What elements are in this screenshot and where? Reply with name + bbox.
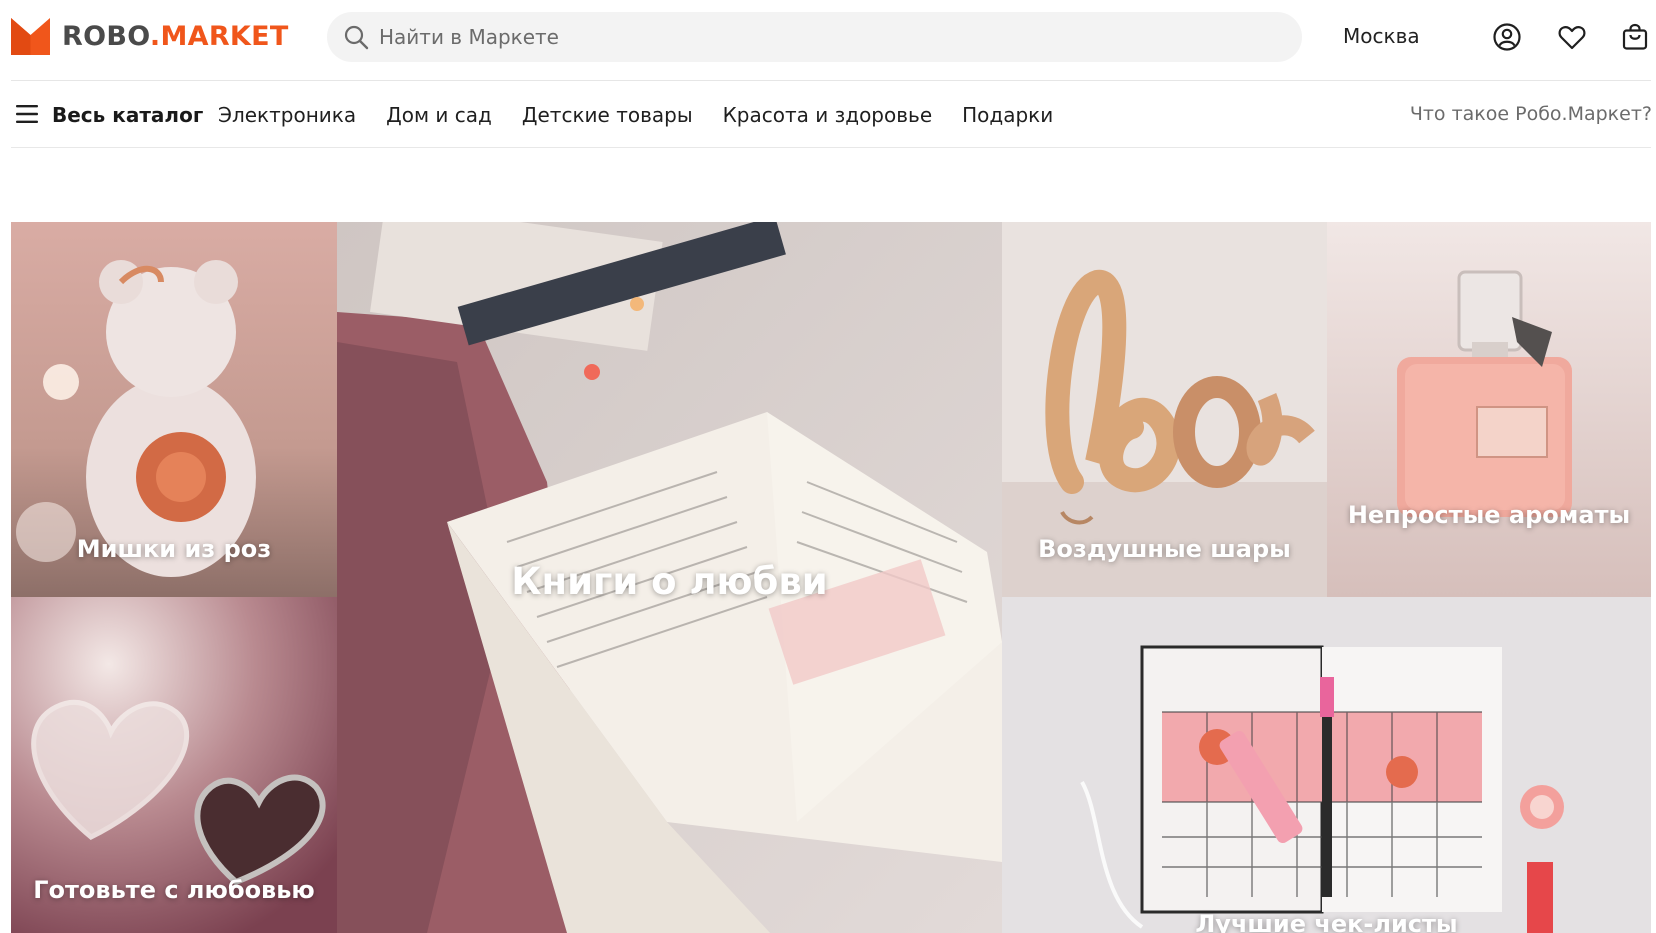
header-divider	[11, 80, 1651, 81]
nav-divider	[11, 147, 1651, 148]
logo-text: ROBO.MARKET	[62, 21, 289, 52]
tile-rose-teddy[interactable]: Мишки из роз	[11, 222, 337, 597]
header: ROBO.MARKET Москва	[0, 0, 1656, 80]
tile-label: Готовьте с любовью	[33, 876, 315, 904]
tile-label: Мишки из роз	[76, 535, 272, 563]
tile-cook-with-love[interactable]: Готовьте с любовью	[11, 597, 337, 933]
nav-link-home-garden[interactable]: Дом и сад	[386, 103, 492, 127]
tile-checklists[interactable]: Лучшие чек-листы	[1002, 597, 1651, 933]
catalog-link[interactable]: Весь каталог	[52, 103, 203, 127]
nav-link-beauty[interactable]: Красота и здоровье	[723, 103, 933, 127]
user-icon[interactable]	[1492, 22, 1522, 52]
city-selector[interactable]: Москва	[1343, 24, 1420, 48]
tile-perfume-image	[1327, 222, 1651, 597]
cart-icon[interactable]	[1620, 22, 1650, 52]
heart-icon[interactable]	[1557, 22, 1587, 52]
logo[interactable]: ROBO.MARKET	[11, 18, 289, 55]
nav-link-electronics[interactable]: Электроника	[218, 103, 356, 127]
category-nav: Весь каталог Электроника Дом и сад Детск…	[0, 90, 1656, 140]
tile-label: Непростые ароматы	[1347, 501, 1631, 529]
tile-checklists-image	[1002, 597, 1651, 933]
tile-label: Книги о любви	[511, 560, 828, 603]
search-input[interactable]	[379, 25, 1279, 49]
tile-love-books[interactable]: Книги о любви	[337, 222, 1002, 933]
tile-balloons[interactable]: Воздушные шары	[1002, 222, 1327, 597]
nav-link-gifts[interactable]: Подарки	[962, 103, 1053, 127]
menu-icon[interactable]	[16, 104, 38, 124]
nav-link-kids[interactable]: Детские товары	[522, 103, 693, 127]
logo-mark-icon	[11, 18, 50, 55]
search-icon	[344, 25, 369, 50]
tile-perfume[interactable]: Непростые ароматы	[1327, 222, 1651, 597]
search-bar[interactable]	[327, 12, 1302, 62]
tile-label: Воздушные шары	[1038, 535, 1291, 563]
about-link[interactable]: Что такое Робо.Маркет?	[1410, 103, 1652, 125]
nav-links: Электроника Дом и сад Детские товары Кра…	[218, 103, 1053, 127]
tile-label: Лучшие чек-листы	[1195, 910, 1458, 933]
